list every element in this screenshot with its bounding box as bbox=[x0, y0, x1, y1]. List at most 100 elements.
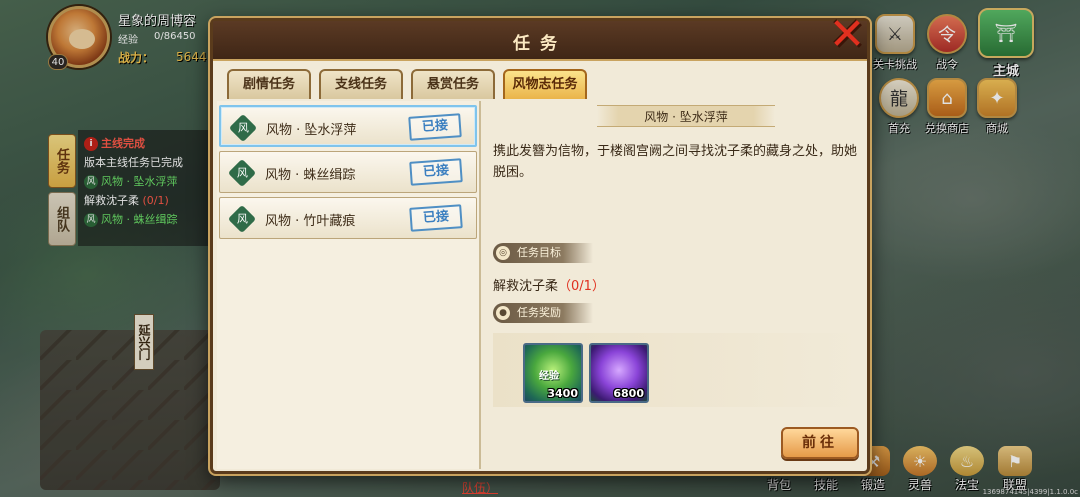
objective-count: （0/1） bbox=[558, 279, 605, 294]
player-info[interactable]: 40 星象的周博容 经验 0/86450 战力： 5644 bbox=[46, 4, 216, 70]
avatar-face bbox=[69, 29, 95, 49]
battle-pass-button[interactable]: 令 战令 bbox=[922, 14, 972, 72]
accepted-stamp: 已接 bbox=[409, 204, 463, 232]
tracker-line-text: 主线完成 bbox=[101, 137, 145, 150]
reward-header: ● 任务奖励 bbox=[493, 303, 593, 323]
alliance-button[interactable]: ⚑ 联盟 bbox=[992, 446, 1038, 493]
shop-button[interactable]: ✦ 商城 bbox=[972, 78, 1022, 136]
tab-tracker-team[interactable]: 组队 bbox=[48, 192, 76, 246]
beast-icon: ☀ bbox=[903, 446, 937, 476]
player-name: 星象的周博容 bbox=[118, 14, 197, 29]
wind-icon: 风 bbox=[84, 213, 98, 227]
treasure-button[interactable]: ♨ 法宝 bbox=[944, 446, 990, 493]
tracker-panel[interactable]: i 主线完成 版本主线任务已完成 风风物 · 坠水浮萍 解救沈子柔 (0/1) 风… bbox=[78, 130, 210, 246]
quest-item-2[interactable]: 风 风物 · 蛛丝缉踪 已接 bbox=[219, 151, 477, 193]
version-text: 1369874145|4399|1.1.0.0c bbox=[982, 488, 1078, 496]
spirit-beast-button[interactable]: ☀ 灵兽 bbox=[897, 446, 943, 493]
objective-line: 解救沈子柔（0/1） bbox=[493, 275, 605, 294]
battle-pass-label: 战令 bbox=[936, 58, 958, 71]
player-level: 40 bbox=[48, 54, 68, 70]
spirit-beast-label: 灵兽 bbox=[907, 478, 932, 492]
quest-list: 风 风物 · 坠水浮萍 已接 风 风物 · 蛛丝缉踪 已接 风 风物 · 竹叶藏… bbox=[217, 101, 481, 469]
quest-name: 风物 · 蛛丝缉踪 bbox=[265, 168, 356, 183]
detail-title-banner: 风物 · 坠水浮萍 bbox=[597, 105, 775, 127]
quest-icon-glyph: 风 bbox=[236, 166, 248, 179]
team-link[interactable]: 队伍） bbox=[462, 479, 498, 496]
quest-detail: 风物 · 坠水浮萍 携此发簪为信物，于楼阁宫阙之间寻找沈子柔的藏身之处，助她脱困… bbox=[483, 101, 867, 469]
tab-side[interactable]: 支线任务 bbox=[319, 69, 403, 99]
pouch-icon: ● bbox=[496, 306, 510, 320]
stage-challenge-label: 关卡挑战 bbox=[873, 58, 917, 71]
objective-header-label: 任务目标 bbox=[517, 246, 561, 259]
reward-qty: 3400 bbox=[547, 387, 578, 400]
quest-tabs: 剧情任务 支线任务 悬赏任务 风物志任务 bbox=[227, 69, 587, 101]
quest-icon-glyph: 风 bbox=[237, 121, 249, 134]
reward-qty: 6800 bbox=[613, 387, 644, 400]
reward-exp[interactable]: 经验 3400 bbox=[523, 343, 583, 403]
close-button[interactable]: ✕ bbox=[825, 13, 869, 59]
exchange-shop-button[interactable]: ⌂ 兑换商店 bbox=[922, 78, 972, 136]
dialog-title-bar: 任务 bbox=[213, 21, 867, 61]
tracker-line-text: 风物 · 坠水浮萍 bbox=[101, 175, 178, 188]
dragon-icon: 龍 bbox=[879, 78, 919, 118]
first-recharge-label: 首充 bbox=[888, 122, 910, 135]
first-recharge-button[interactable]: 龍 首充 bbox=[874, 78, 924, 136]
tracker-line-text: 解救沈子柔 bbox=[84, 194, 139, 207]
target-icon: ◎ bbox=[496, 246, 510, 260]
treasure-bag-icon: ✦ bbox=[977, 78, 1017, 118]
city-gate-label[interactable]: 延兴门 bbox=[134, 314, 154, 370]
exp-value: 0/86450 bbox=[154, 31, 196, 42]
reward-tag: 经验 bbox=[539, 371, 559, 382]
city-gate-icon: ⛩ bbox=[978, 8, 1034, 58]
accepted-stamp: 已接 bbox=[408, 113, 462, 141]
wind-icon: 风 bbox=[227, 158, 257, 188]
tracker-line-text: 版本主线任务已完成 bbox=[84, 156, 183, 169]
objective-header: ◎ 任务目标 bbox=[493, 243, 593, 263]
quest-icon-glyph: 风 bbox=[236, 212, 248, 225]
tracker-line-main-complete[interactable]: i 主线完成 bbox=[84, 134, 204, 153]
tracker-line-quest-1[interactable]: 风风物 · 坠水浮萍 bbox=[84, 172, 204, 191]
forge-label: 锻造 bbox=[860, 478, 885, 492]
tracker-line-version-done[interactable]: 版本主线任务已完成 bbox=[84, 153, 204, 172]
tab-bounty[interactable]: 悬赏任务 bbox=[411, 69, 495, 99]
reward-strip: 经验 3400 6800 bbox=[493, 333, 863, 407]
exp-label: 经验 bbox=[118, 35, 138, 46]
bag-label: 背包 bbox=[766, 478, 791, 492]
quest-item-3[interactable]: 风 风物 · 竹叶藏痕 已接 bbox=[219, 197, 477, 239]
quest-name: 风物 · 竹叶藏痕 bbox=[265, 214, 356, 229]
wind-icon: 风 bbox=[84, 175, 98, 189]
objective-text: 解救沈子柔 bbox=[493, 279, 559, 294]
skills-label: 技能 bbox=[813, 478, 838, 492]
battle-pass-icon: 令 bbox=[927, 14, 967, 54]
dialog-title: 任务 bbox=[513, 34, 567, 54]
stage-challenge-button[interactable]: ⚔ 关卡挑战 bbox=[870, 14, 920, 72]
accepted-stamp: 已接 bbox=[409, 158, 463, 186]
tab-scenery[interactable]: 风物志任务 bbox=[503, 69, 587, 99]
detail-title: 风物 · 坠水浮萍 bbox=[597, 105, 775, 127]
tab-tracker-quest[interactable]: 任务 bbox=[48, 134, 76, 188]
reward-spirit-essence[interactable]: 6800 bbox=[589, 343, 649, 403]
alert-icon: i bbox=[84, 137, 98, 151]
quest-description: 携此发簪为信物，于楼阁宫阙之间寻找沈子柔的藏身之处，助她脱困。 bbox=[493, 144, 858, 180]
power-value: 5644 bbox=[176, 50, 207, 64]
quest-name: 风物 · 坠水浮萍 bbox=[266, 123, 357, 138]
main-city-button[interactable]: ⛩ 主城 bbox=[977, 8, 1035, 79]
city-buildings bbox=[40, 330, 220, 490]
wind-icon: 风 bbox=[227, 204, 257, 234]
tracker-line-objective[interactable]: 解救沈子柔 (0/1) bbox=[84, 191, 204, 210]
banner-icon: ⚑ bbox=[998, 446, 1032, 476]
quest-dialog: 任务 ✕ 剧情任务 支线任务 悬赏任务 风物志任务 风 风物 · 坠水浮萍 已接… bbox=[210, 13, 870, 474]
go-button[interactable]: 前往 bbox=[781, 427, 859, 459]
gourd-icon: ♨ bbox=[950, 446, 984, 476]
tab-story[interactable]: 剧情任务 bbox=[227, 69, 311, 99]
wind-icon: 风 bbox=[228, 113, 258, 143]
tracker-line-quest-2[interactable]: 风风物 · 蛛丝缉踪 bbox=[84, 210, 204, 229]
tracker-line-text: 风物 · 蛛丝缉踪 bbox=[101, 213, 178, 226]
crossed-swords-icon: ⚔ bbox=[875, 14, 915, 54]
close-icon: ✕ bbox=[828, 9, 866, 60]
quest-item-1[interactable]: 风 风物 · 坠水浮萍 已接 bbox=[219, 105, 477, 147]
main-city-label: 主城 bbox=[992, 64, 1019, 79]
shop-label: 商城 bbox=[986, 122, 1008, 135]
shop-stall-icon: ⌂ bbox=[927, 78, 967, 118]
reward-header-label: 任务奖励 bbox=[517, 306, 561, 319]
